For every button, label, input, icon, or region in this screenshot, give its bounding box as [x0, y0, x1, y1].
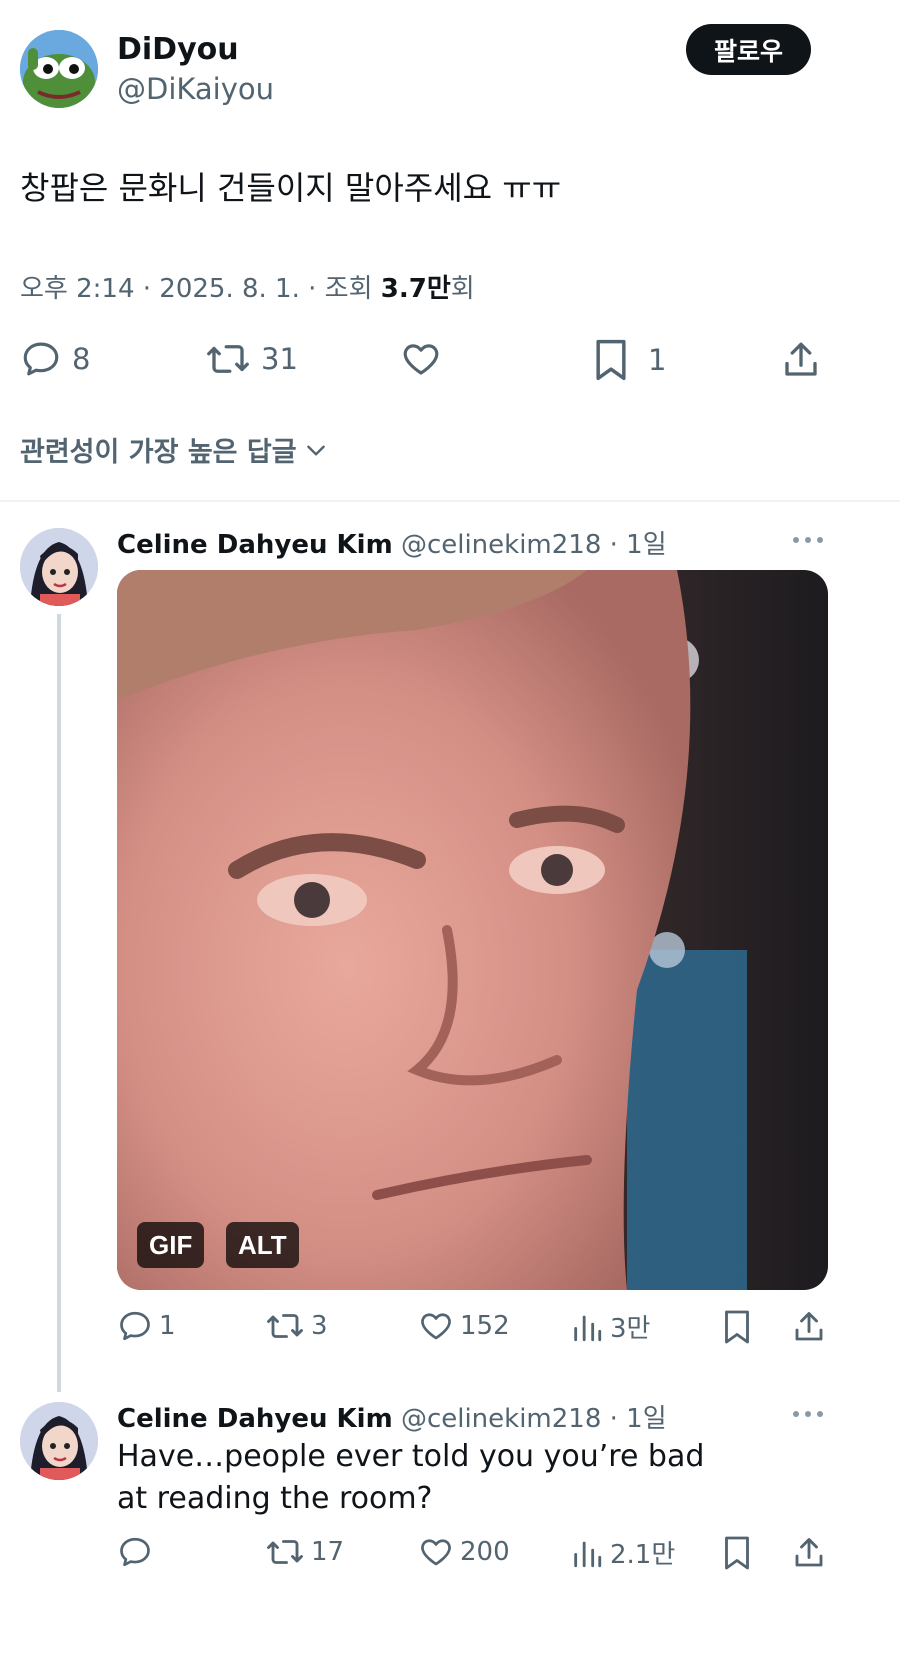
reply-like-button[interactable]: 152	[418, 1308, 510, 1344]
more-options-button[interactable]	[790, 1400, 826, 1432]
reply-like-count: 200	[460, 1537, 510, 1567]
avatar[interactable]	[20, 30, 98, 108]
reply-icon	[117, 1308, 153, 1344]
analytics-icon	[570, 1309, 604, 1345]
reply-icon	[20, 338, 62, 380]
share-icon	[791, 1308, 827, 1346]
share-icon	[780, 338, 822, 382]
reply-retweet-count: 3	[311, 1311, 328, 1341]
reply-media-gif[interactable]: GIF ALT	[117, 570, 828, 1290]
retweet-icon	[265, 1308, 305, 1344]
share-icon	[791, 1534, 827, 1572]
analytics-icon	[570, 1535, 604, 1571]
reply-bookmark-button[interactable]	[722, 1308, 752, 1346]
heart-icon	[418, 1534, 454, 1570]
display-name[interactable]: DiDyou	[117, 32, 239, 67]
reply-icon	[117, 1534, 153, 1570]
follow-button[interactable]: 팔로우	[686, 24, 811, 75]
retweet-icon	[265, 1534, 305, 1570]
more-icon	[793, 1411, 823, 1417]
reply-reply-button[interactable]: 1	[117, 1308, 176, 1344]
reply-header: Celine Dahyeu Kim @celinekim218 · 1일	[117, 524, 667, 561]
reply-author-name[interactable]: Celine Dahyeu Kim	[117, 1404, 393, 1434]
thread-line	[57, 614, 61, 1392]
gif-badge: GIF	[137, 1222, 205, 1268]
reply-author-name[interactable]: Celine Dahyeu Kim	[117, 530, 393, 560]
bookmark-icon	[592, 338, 630, 382]
retweet-button[interactable]: 31	[205, 338, 298, 380]
follow-button-label: 팔로우	[713, 36, 783, 66]
bookmark-icon	[722, 1308, 752, 1346]
reply-reply-button[interactable]	[117, 1534, 159, 1570]
reply-retweet-button[interactable]: 17	[265, 1534, 344, 1570]
heart-icon	[400, 338, 442, 380]
reply-share-button[interactable]	[791, 1308, 827, 1346]
reply-time[interactable]: · 1일	[601, 530, 667, 560]
heart-icon	[418, 1308, 454, 1344]
like-button[interactable]	[400, 338, 452, 380]
more-icon	[793, 537, 823, 543]
reply-author-handle[interactable]: @celinekim218	[401, 1404, 601, 1434]
handle[interactable]: @DiKaiyou	[117, 72, 274, 106]
reply-count: 8	[72, 342, 91, 376]
reply-button[interactable]: 8	[20, 338, 90, 380]
reply-reply-count: 1	[159, 1311, 176, 1341]
bookmark-button[interactable]: 1	[592, 338, 666, 382]
view-count: 3.7만	[380, 274, 451, 304]
reply-time[interactable]: · 1일	[601, 1404, 667, 1434]
reply-avatar[interactable]	[20, 528, 98, 606]
timestamp: 오후 2:14 · 2025. 8. 1. · 조회	[20, 274, 381, 304]
more-options-button[interactable]	[790, 526, 826, 558]
replies-sort-dropdown[interactable]: 관련성이 가장 높은 답글	[20, 430, 329, 469]
reply-retweet-count: 17	[311, 1537, 345, 1567]
reply-like-count: 152	[460, 1311, 510, 1341]
reply-view-count: 2.1만	[610, 1540, 676, 1570]
reply-retweet-button[interactable]: 3	[265, 1308, 328, 1344]
retweet-icon	[205, 338, 251, 380]
reply-views-button[interactable]: 3만	[570, 1308, 650, 1345]
reply-view-count: 3만	[610, 1314, 651, 1344]
bookmark-count: 1	[648, 343, 667, 377]
alt-badge[interactable]: ALT	[226, 1222, 299, 1268]
reply-share-button[interactable]	[791, 1534, 827, 1572]
reply-bookmark-button[interactable]	[722, 1534, 752, 1572]
reply-views-button[interactable]: 2.1만	[570, 1534, 675, 1571]
bookmark-icon	[722, 1534, 752, 1572]
reply-like-button[interactable]: 200	[418, 1534, 510, 1570]
view-suffix: 회	[450, 274, 475, 304]
tweet-text: 창팝은 문화니 건들이지 말아주세요 ㅠㅠ	[20, 169, 562, 207]
replies-sort-label: 관련성이 가장 높은 답글	[20, 437, 297, 468]
reply-author-handle[interactable]: @celinekim218	[401, 530, 601, 560]
reply-header: Celine Dahyeu Kim @celinekim218 · 1일	[117, 1398, 667, 1435]
divider	[0, 500, 900, 502]
tweet-meta: 오후 2:14 · 2025. 8. 1. · 조회 3.7만회	[20, 268, 475, 305]
retweet-count: 31	[261, 342, 298, 376]
chevron-down-icon	[303, 437, 329, 463]
share-button[interactable]	[780, 338, 822, 382]
gif-image	[117, 570, 828, 1290]
reply-text: Have…people ever told you you’re bad at …	[117, 1439, 705, 1516]
reply-avatar[interactable]	[20, 1402, 98, 1480]
